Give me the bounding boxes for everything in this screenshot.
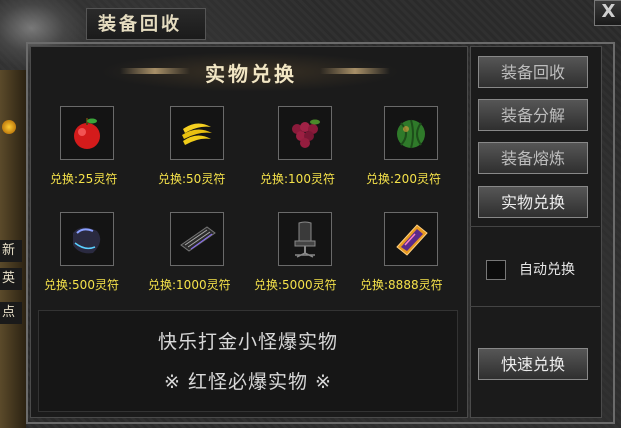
item-slot[interactable] — [170, 212, 224, 266]
item-card-gaming-mouse[interactable]: 兑换:500灵符 — [40, 206, 130, 298]
close-button[interactable]: X — [594, 0, 621, 26]
item-slot[interactable] — [170, 106, 224, 160]
equip-recycle-button[interactable]: 装备回收 — [478, 56, 588, 88]
item-price: 兑换:8888灵符 — [360, 278, 443, 292]
left-fragment-text: 新 — [0, 240, 22, 262]
item-price: 兑换:5000灵符 — [254, 278, 337, 292]
promo-line-2: ※ 红怪必爆实物 ※ — [164, 371, 332, 393]
side-divider — [470, 226, 600, 227]
gaming-chair-icon — [294, 221, 316, 258]
item-price: 兑换:1000灵符 — [148, 278, 231, 292]
smartphone-icon — [396, 224, 428, 256]
item-card-grapes[interactable]: 兑换:100灵符 — [258, 100, 348, 192]
item-slot[interactable] — [60, 212, 114, 266]
left-edge-panel: 新 英 点 — [0, 70, 26, 428]
item-grid: 兑换:25灵符 兑换:50灵符 兑换:100灵符 兑换:200灵符 兑换:500… — [40, 100, 458, 302]
item-slot[interactable] — [278, 212, 332, 266]
grapes-icon — [292, 119, 320, 148]
item-slot[interactable] — [60, 106, 114, 160]
item-card-gaming-chair[interactable]: 兑换:5000灵符 — [254, 206, 348, 298]
ornament-right-icon — [320, 68, 390, 74]
promo-panel: 快乐打金小怪爆实物 ※ 红怪必爆实物 ※ — [38, 310, 458, 412]
side-divider — [470, 306, 600, 307]
left-fragment-text: 点 — [0, 302, 22, 324]
item-card-watermelon[interactable]: 兑换:200灵符 — [364, 100, 454, 192]
gaming-mouse-icon — [73, 227, 101, 254]
auto-exchange-checkbox[interactable] — [486, 260, 506, 280]
item-card-mechanical-keyboard[interactable]: 兑换:1000灵符 — [148, 206, 240, 298]
section-title: 实物兑换 — [205, 62, 297, 86]
bananas-icon — [182, 123, 212, 145]
keyboard-icon — [180, 226, 216, 252]
equip-smelt-button[interactable]: 装备熔炼 — [478, 142, 588, 174]
left-fragment-text: 英 — [0, 268, 22, 290]
watermelon-icon — [397, 119, 425, 149]
auto-exchange-label: 自动兑换 — [519, 262, 575, 278]
apple-icon — [74, 118, 100, 149]
item-slot[interactable] — [384, 212, 438, 266]
item-card-apple[interactable]: 兑换:25灵符 — [40, 100, 130, 192]
quick-exchange-button[interactable]: 快速兑换 — [478, 348, 588, 380]
item-card-bananas[interactable]: 兑换:50灵符 — [150, 100, 240, 192]
window-title: 装备回收 — [98, 14, 182, 35]
item-card-smartphone[interactable]: 兑换:8888灵符 — [360, 206, 454, 298]
item-price: 兑换:50灵符 — [158, 172, 226, 186]
promo-line-1: 快乐打金小怪爆实物 — [157, 331, 338, 353]
item-slot[interactable] — [278, 106, 332, 160]
item-price: 兑换:25灵符 — [50, 172, 118, 186]
ornament-left-icon — [120, 68, 190, 74]
item-price: 兑换:500灵符 — [44, 278, 119, 292]
item-slot[interactable] — [384, 106, 438, 160]
gem-icon — [2, 120, 16, 134]
equip-decompose-button[interactable]: 装备分解 — [478, 99, 588, 131]
item-price: 兑换:200灵符 — [366, 172, 441, 186]
item-price: 兑换:100灵符 — [260, 172, 335, 186]
physical-exchange-button[interactable]: 实物兑换 — [478, 186, 588, 218]
